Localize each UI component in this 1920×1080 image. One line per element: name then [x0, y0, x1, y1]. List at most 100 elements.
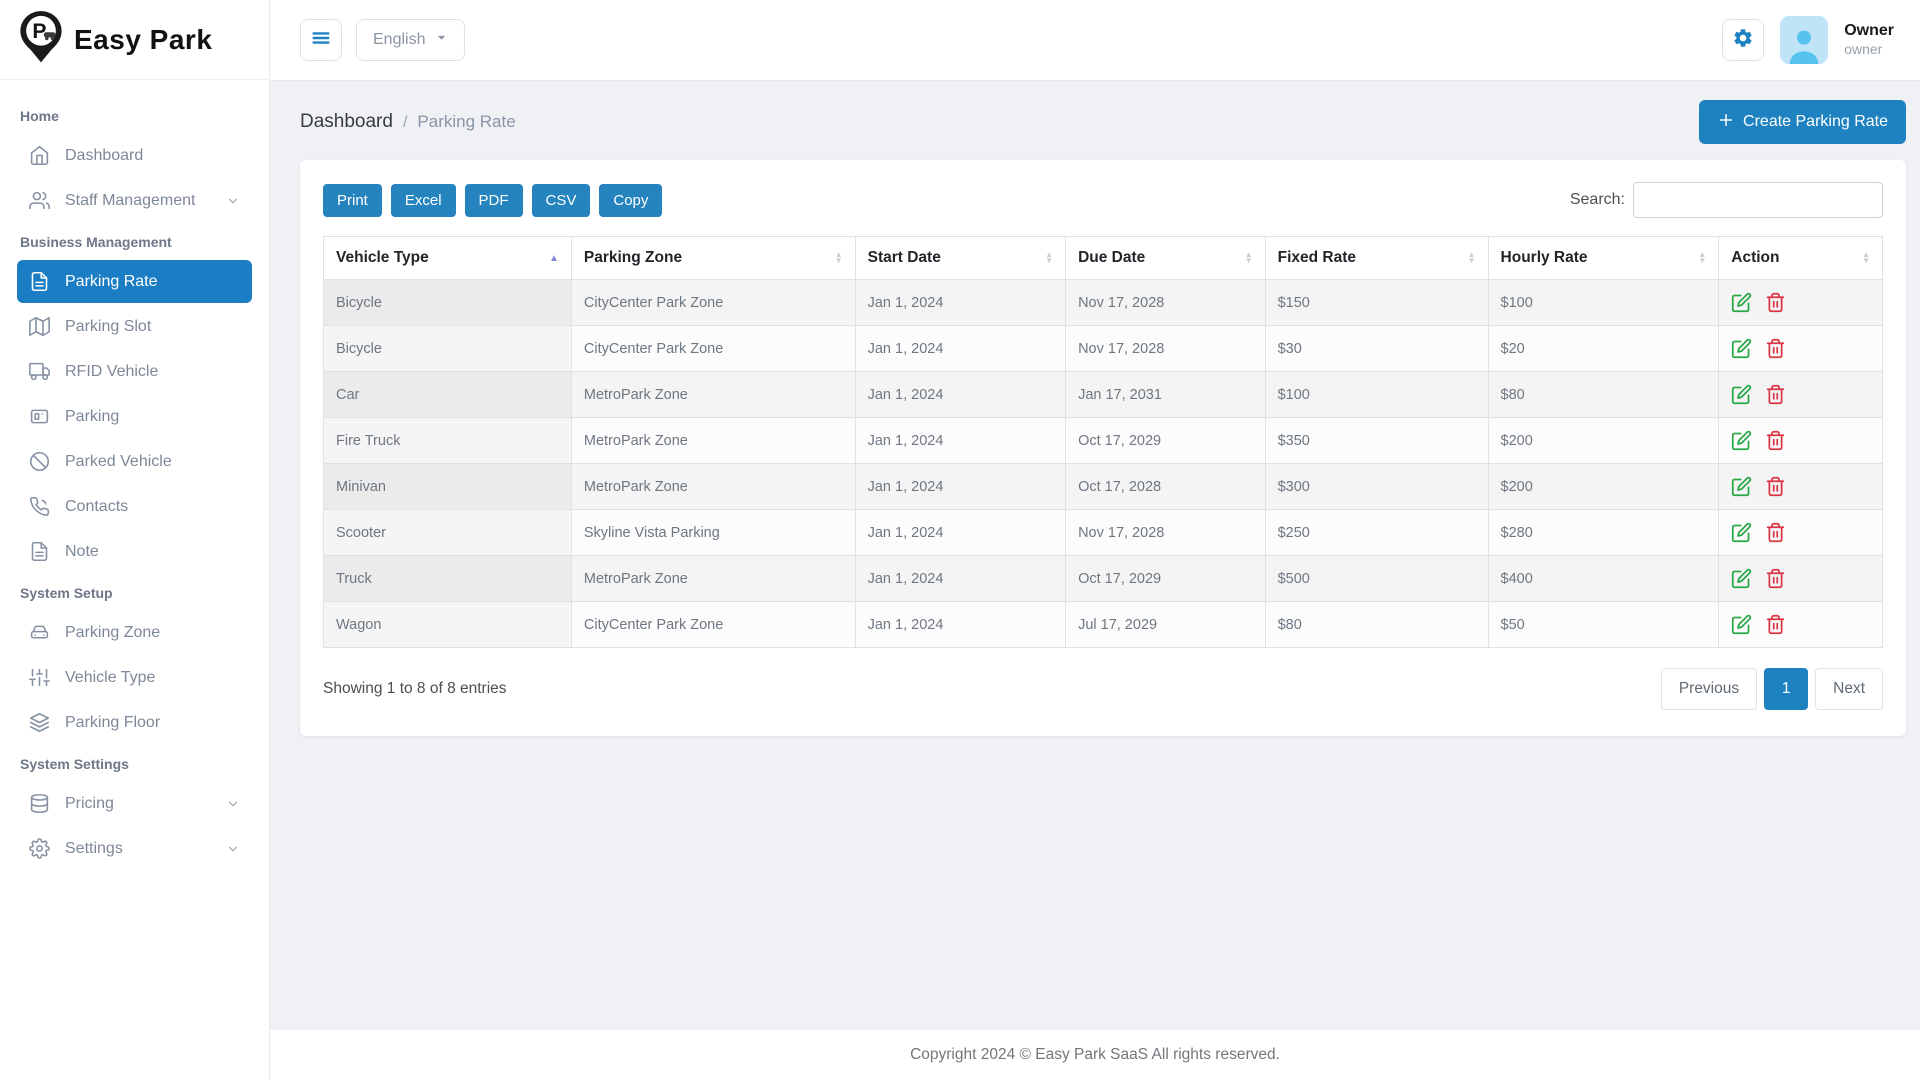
logo-link[interactable]: P Easy Park: [0, 0, 269, 80]
sidebar-toggle-button[interactable]: [300, 19, 342, 61]
column-header-hourly-rate[interactable]: Hourly Rate▲▼: [1488, 237, 1719, 280]
user-avatar[interactable]: [1780, 16, 1828, 64]
sidebar-item-dashboard[interactable]: Dashboard: [17, 134, 252, 177]
sidebar-item-parking[interactable]: Parking: [17, 395, 252, 438]
table-row: Minivan MetroPark Zone Jan 1, 2024 Oct 1…: [324, 464, 1883, 510]
create-parking-rate-button[interactable]: Create Parking Rate: [1699, 100, 1906, 144]
cell-parking-zone: CityCenter Park Zone: [571, 326, 855, 372]
caret-down-icon: [435, 31, 448, 49]
edit-icon[interactable]: [1731, 430, 1752, 451]
main-area: English Owner owner: [270, 0, 1920, 1080]
cell-action: [1719, 418, 1883, 464]
cell-action: [1719, 556, 1883, 602]
cell-due-date: Jul 17, 2029: [1066, 602, 1266, 648]
cell-vehicle-type: Car: [324, 372, 572, 418]
cell-start-date: Jan 1, 2024: [855, 372, 1065, 418]
cell-fixed-rate: $500: [1265, 556, 1488, 602]
cell-vehicle-type: Truck: [324, 556, 572, 602]
language-value: English: [373, 31, 425, 49]
delete-icon[interactable]: [1765, 384, 1786, 405]
edit-icon[interactable]: [1731, 338, 1752, 359]
footer: Copyright 2024 © Easy Park SaaS All righ…: [270, 1030, 1920, 1080]
column-header-start-date[interactable]: Start Date▲▼: [855, 237, 1065, 280]
edit-icon[interactable]: [1731, 614, 1752, 635]
parking-rate-table: Vehicle Type▲ Parking Zone▲▼ Start Date▲…: [323, 236, 1883, 648]
sidebar-item-settings[interactable]: Settings: [17, 827, 252, 870]
sidebar-item-label: Parked Vehicle: [65, 453, 172, 471]
delete-icon[interactable]: [1765, 568, 1786, 589]
column-header-fixed-rate[interactable]: Fixed Rate▲▼: [1265, 237, 1488, 280]
cell-action: [1719, 510, 1883, 556]
search-input[interactable]: [1633, 182, 1883, 218]
cell-due-date: Jan 17, 2031: [1066, 372, 1266, 418]
sidebar-item-label: Parking Rate: [65, 273, 158, 291]
column-header-vehicle-type[interactable]: Vehicle Type▲: [324, 237, 572, 280]
edit-icon[interactable]: [1731, 568, 1752, 589]
sidebar-item-parking-zone[interactable]: Parking Zone: [17, 611, 252, 654]
cell-fixed-rate: $250: [1265, 510, 1488, 556]
table-row: Wagon CityCenter Park Zone Jan 1, 2024 J…: [324, 602, 1883, 648]
sidebar-item-contacts[interactable]: Contacts: [17, 485, 252, 528]
edit-icon[interactable]: [1731, 522, 1752, 543]
cell-due-date: Oct 17, 2029: [1066, 418, 1266, 464]
home-icon: [29, 145, 50, 166]
table-row: Bicycle CityCenter Park Zone Jan 1, 2024…: [324, 280, 1883, 326]
sidebar-item-parked-vehicle[interactable]: Parked Vehicle: [17, 440, 252, 483]
language-dropdown[interactable]: English: [356, 19, 465, 61]
cell-hourly-rate: $400: [1488, 556, 1719, 602]
cell-parking-zone: MetroPark Zone: [571, 556, 855, 602]
cell-hourly-rate: $20: [1488, 326, 1719, 372]
section-system-setup: System Setup: [0, 575, 269, 609]
breadcrumb-separator: /: [403, 114, 407, 132]
cell-start-date: Jan 1, 2024: [855, 418, 1065, 464]
breadcrumb-dashboard[interactable]: Dashboard: [300, 111, 393, 133]
sort-icon: ▲▼: [1468, 252, 1476, 264]
edit-icon[interactable]: [1731, 476, 1752, 497]
previous-page-button[interactable]: Previous: [1661, 668, 1757, 710]
phone-icon: [29, 496, 50, 517]
delete-icon[interactable]: [1765, 522, 1786, 543]
cell-vehicle-type: Wagon: [324, 602, 572, 648]
cell-due-date: Nov 17, 2028: [1066, 510, 1266, 556]
cell-hourly-rate: $280: [1488, 510, 1719, 556]
delete-icon[interactable]: [1765, 430, 1786, 451]
delete-icon[interactable]: [1765, 338, 1786, 359]
delete-icon[interactable]: [1765, 614, 1786, 635]
user-meta[interactable]: Owner owner: [1844, 21, 1894, 59]
excel-button[interactable]: Excel: [391, 184, 456, 217]
edit-icon[interactable]: [1731, 292, 1752, 313]
cell-vehicle-type: Minivan: [324, 464, 572, 510]
gear-icon: [29, 838, 50, 859]
sidebar-item-vehicle-type[interactable]: Vehicle Type: [17, 656, 252, 699]
plus-icon: [1717, 111, 1735, 134]
cell-action: [1719, 602, 1883, 648]
sidebar-item-label: Parking Zone: [65, 624, 160, 642]
column-header-due-date[interactable]: Due Date▲▼: [1066, 237, 1266, 280]
sidebar-item-parking-slot[interactable]: Parking Slot: [17, 305, 252, 348]
edit-icon[interactable]: [1731, 384, 1752, 405]
column-header-action[interactable]: Action▲▼: [1719, 237, 1883, 280]
sidebar-item-parking-rate[interactable]: Parking Rate: [17, 260, 252, 303]
next-page-button[interactable]: Next: [1815, 668, 1883, 710]
settings-button[interactable]: [1722, 19, 1764, 61]
parking-rate-card: Print Excel PDF CSV Copy Search:: [300, 160, 1906, 736]
copy-button[interactable]: Copy: [599, 184, 662, 217]
breadcrumb-current: Parking Rate: [417, 112, 515, 132]
delete-icon[interactable]: [1765, 292, 1786, 313]
column-header-parking-zone[interactable]: Parking Zone▲▼: [571, 237, 855, 280]
csv-button[interactable]: CSV: [532, 184, 591, 217]
sidebar: P Easy Park Home Dashboard Staff Managem…: [0, 0, 270, 1080]
sidebar-item-pricing[interactable]: Pricing: [17, 782, 252, 825]
sidebar-nav: Home Dashboard Staff Management Business…: [0, 80, 269, 872]
page-1-button[interactable]: 1: [1764, 668, 1808, 710]
user-name: Owner: [1844, 21, 1894, 41]
section-system-settings: System Settings: [0, 746, 269, 780]
sidebar-item-parking-floor[interactable]: Parking Floor: [17, 701, 252, 744]
sidebar-item-rfid-vehicle[interactable]: RFID Vehicle: [17, 350, 252, 393]
delete-icon[interactable]: [1765, 476, 1786, 497]
pdf-button[interactable]: PDF: [465, 184, 523, 217]
sort-icon: ▲▼: [835, 252, 843, 264]
sidebar-item-staff-management[interactable]: Staff Management: [17, 179, 252, 222]
sidebar-item-note[interactable]: Note: [17, 530, 252, 573]
print-button[interactable]: Print: [323, 184, 382, 217]
